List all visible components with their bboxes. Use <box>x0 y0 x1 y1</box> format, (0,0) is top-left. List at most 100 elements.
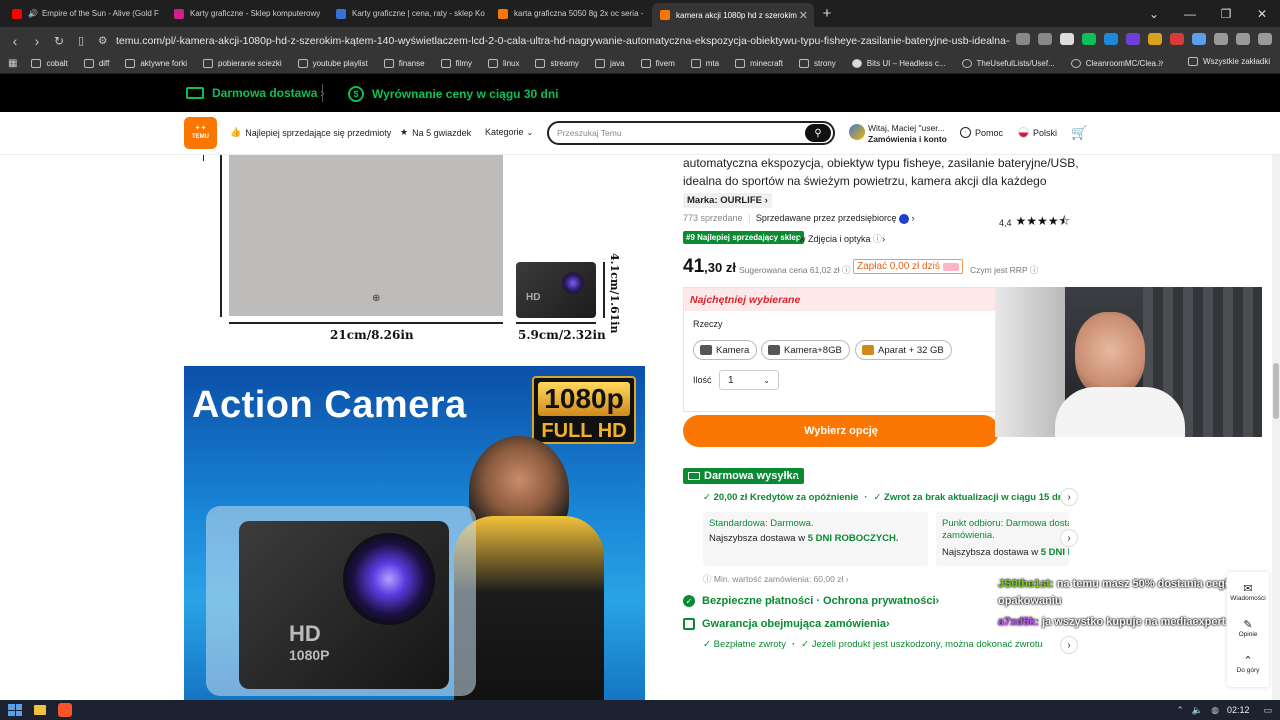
file-explorer-icon[interactable] <box>34 705 46 715</box>
tab-empire-of-the-sun[interactable]: 🔊 Empire of the Sun - Alive (Gold F <box>4 0 166 27</box>
seller-type[interactable]: Sprzedawane przez przedsiębiorcę <box>756 213 897 223</box>
site-info-icon[interactable]: ⚙ <box>98 35 107 47</box>
bookmark-item[interactable]: cobalt <box>31 59 68 68</box>
tray-arrow-icon[interactable]: ⌃ <box>1176 705 1184 716</box>
forward-icon[interactable]: › <box>26 33 48 49</box>
back-icon[interactable]: ‹ <box>4 33 26 49</box>
temu-logo[interactable]: ✦✦ TEMU <box>184 117 217 149</box>
clock[interactable]: 02:12 <box>1227 705 1250 715</box>
extension-icon[interactable] <box>1192 33 1206 45</box>
free-shipping-badge[interactable]: Darmowa wysyłka <box>683 468 804 484</box>
url-field[interactable]: ⚙ temu.com/pl/-kamera-akcji-1080p-hd-z-s… <box>90 30 1010 51</box>
five-stars-link[interactable]: ★ Na 5 gwiazdek <box>400 127 471 138</box>
bookmark-item[interactable]: youtube playlist <box>297 59 368 68</box>
chevron-right-icon[interactable]: › <box>1060 636 1078 654</box>
messages-button[interactable]: ✉ Wiadomości <box>1227 582 1269 602</box>
back-to-top-button[interactable]: ⌃ Do góry <box>1227 654 1269 674</box>
apps-icon[interactable]: ▦ <box>8 58 17 69</box>
sidebar-icon[interactable] <box>1236 33 1250 45</box>
close-window-button[interactable]: ✕ <box>1244 0 1280 27</box>
bookmark-item[interactable]: pobieranie sciezki <box>203 59 282 68</box>
rrp-link[interactable]: Czym jest RRP ⓘ <box>970 264 1038 276</box>
account-menu[interactable]: Witaj, Maciej "user... Zamówienia i kont… <box>868 123 947 145</box>
maximize-button[interactable]: ❐ <box>1208 0 1244 27</box>
cart-icon[interactable]: 🛒 <box>1071 125 1087 141</box>
extension-icon[interactable] <box>1170 33 1184 45</box>
volume-icon[interactable]: 🔈 <box>1192 705 1203 716</box>
bookmark-item[interactable]: aktywne forki <box>125 59 187 68</box>
product-image-device[interactable] <box>229 155 503 316</box>
brave-shield-icon[interactable] <box>1060 33 1074 45</box>
media-icon[interactable] <box>1258 33 1272 45</box>
order-guarantee-link[interactable]: Gwarancja obejmująca zamówienia › <box>683 618 890 630</box>
bookmark-folder[interactable]: fivem <box>640 59 675 68</box>
min-order-info[interactable]: ⓘ Min. wartość zamówienia: 60,00 zł › <box>703 573 849 585</box>
option-camera[interactable]: Kamera <box>693 340 758 360</box>
chevron-right-icon[interactable]: › <box>1060 529 1078 547</box>
bookmark-folder[interactable]: strony <box>799 59 836 68</box>
tab-search-icon[interactable]: ⌄ <box>1136 0 1172 27</box>
bookmark-folder[interactable]: mta <box>690 59 719 68</box>
extension-icon[interactable] <box>1104 33 1118 45</box>
option-camera-8gb[interactable]: Kamera+8GB <box>761 340 850 360</box>
puzzle-icon[interactable] <box>1214 33 1228 45</box>
brave-browser-icon[interactable] <box>58 703 72 717</box>
language-selector[interactable]: Polski <box>1018 127 1057 138</box>
rank-category-link[interactable]: w Zdjęcia i optyka ⓘ› <box>799 232 885 245</box>
share-icon[interactable] <box>1038 33 1052 45</box>
brand-link[interactable]: Marka: OURLIFE › <box>683 193 772 208</box>
secure-payments-link[interactable]: ✓ Bezpieczne płatności · Ochrona prywatno… <box>683 595 939 607</box>
bookmark-folder[interactable]: finanse <box>383 59 425 68</box>
notifications-icon[interactable]: ▭ <box>1263 705 1272 716</box>
full-hd-badge: 1080p FULL HD <box>532 376 636 444</box>
bookmark-folder[interactable]: java <box>594 59 625 68</box>
product-banner-image[interactable]: Action Camera 1080p FULL HD HD 1080P <box>184 366 645 700</box>
camera-thumbnail[interactable]: HD <box>516 262 596 318</box>
search-icon[interactable]: ⚲ <box>805 124 831 142</box>
extension-icon[interactable] <box>1148 33 1162 45</box>
free-shipping-promo[interactable]: Darmowa dostawa› <box>186 86 324 100</box>
choose-option-button[interactable]: Wybierz opcję <box>683 415 999 447</box>
cast-icon[interactable] <box>1016 33 1030 45</box>
bookmark-folder[interactable]: minecraft <box>735 59 783 68</box>
chevron-right-icon[interactable]: › <box>794 469 798 483</box>
page-scrollbar[interactable] <box>1272 155 1280 700</box>
scrollbar-thumb[interactable] <box>1273 363 1279 419</box>
tab-karta-graficzna[interactable]: karta graficzna 5050 8g 2x oc seria - <box>490 0 652 27</box>
bookmark-item[interactable]: diff <box>83 59 109 68</box>
best-sellers-link[interactable]: 👍 Najlepiej sprzedające się przedmioty <box>230 127 391 138</box>
tab-karty-graficzne-2[interactable]: Karty graficzne | cena, raty - sklep Ko <box>328 0 490 27</box>
tab-kamera-akcji[interactable]: kamera akcji 1080p hd z szerokim ✕ <box>652 3 814 27</box>
bookmark-folder[interactable]: linux <box>488 59 519 68</box>
categories-menu[interactable]: Kategorie ⌄ <box>485 127 533 137</box>
option-camera-32gb[interactable]: Aparat + 32 GB <box>855 340 952 360</box>
zoom-icon[interactable]: ⊕ <box>372 293 380 304</box>
reload-icon[interactable]: ↻ <box>48 34 70 48</box>
reviews-button[interactable]: ✎ Opinie <box>1227 618 1269 638</box>
pay-later-badge[interactable]: Zapłać 0,00 zł dziś <box>853 259 963 274</box>
more-bookmarks-icon[interactable]: » <box>1158 57 1164 68</box>
avatar[interactable] <box>849 124 865 140</box>
windows-start-icon[interactable] <box>8 704 22 716</box>
all-bookmarks-button[interactable]: Wszystkie zakładki <box>1188 57 1270 66</box>
help-link[interactable]: · Pomoc <box>960 127 1003 138</box>
tab-karty-graficzne-1[interactable]: Karty graficzne - Sklep komputerowy <box>166 0 328 27</box>
bookmark-item[interactable]: TheUsefulLists/Usef... <box>961 59 1055 68</box>
extension-icon[interactable] <box>1126 33 1140 45</box>
rating[interactable]: 4,4 ★★★★⯪ <box>999 212 1070 233</box>
speaker-icon[interactable]: 🔊 <box>28 9 38 18</box>
bookmark-icon[interactable]: ▯ <box>70 34 92 47</box>
network-icon[interactable]: ◍ <box>1211 705 1219 716</box>
chevron-right-icon[interactable]: › <box>1060 488 1078 506</box>
new-tab-button[interactable]: + <box>814 0 840 27</box>
quantity-select[interactable]: 1 ⌄ <box>719 370 779 390</box>
price-match-promo[interactable]: $ Wyrównanie ceny w ciągu 30 dni <box>348 86 559 102</box>
close-tab-icon[interactable]: ✕ <box>799 9 808 22</box>
check-extension-icon[interactable] <box>1082 33 1096 45</box>
bookmark-item[interactable]: CleanroomMC/Clea... <box>1070 59 1163 68</box>
bookmark-folder[interactable]: streamy <box>535 59 579 68</box>
bookmark-folder[interactable]: filmy <box>440 59 472 68</box>
minimize-button[interactable]: — <box>1172 0 1208 27</box>
bookmark-item[interactable]: Bits UI – Headless c... <box>851 59 946 68</box>
search-input[interactable]: Przeszukaj Temu ⚲ <box>547 121 835 145</box>
